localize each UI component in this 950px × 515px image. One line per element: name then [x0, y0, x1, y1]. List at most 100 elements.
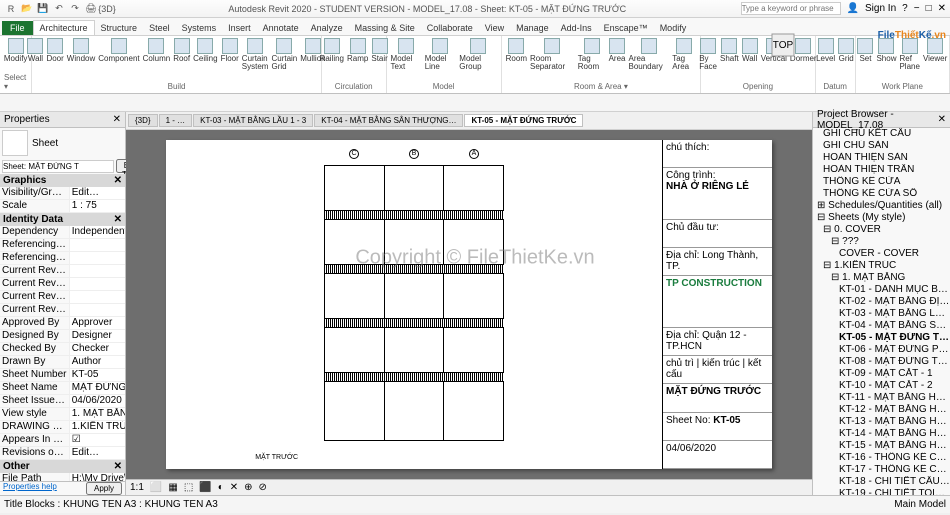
viewctrl-button[interactable]: ⊕: [244, 482, 252, 493]
search-input[interactable]: [741, 2, 841, 15]
model-text-button[interactable]: Model Text: [391, 38, 422, 71]
viewport[interactable]: CBA MẶT TRƯỚC chú thích:: [126, 130, 812, 479]
curtain-grid-button[interactable]: Curtain Grid: [271, 38, 297, 71]
prop-row[interactable]: Drawn ByAuthor: [0, 356, 125, 369]
viewctrl-button[interactable]: ⬚: [184, 482, 193, 493]
save-icon[interactable]: 💾: [36, 2, 50, 16]
apply-button[interactable]: Apply: [86, 482, 122, 495]
room-button[interactable]: Room: [506, 38, 527, 63]
tree-node[interactable]: KT-04 - MẶT BẰNG SÂN THƯ…: [813, 320, 950, 332]
ribbon-tab-architecture[interactable]: Architecture: [33, 20, 95, 35]
properties-help-link[interactable]: Properties help: [3, 482, 57, 495]
tree-node[interactable]: ⊟ 0. COVER: [813, 224, 950, 236]
door-button[interactable]: Door: [46, 38, 63, 63]
view-tab[interactable]: KT-03 - MẶT BẰNG LẦU 1 - 3: [193, 114, 313, 127]
ribbon-tab-modify[interactable]: Modify: [654, 21, 693, 35]
view-tab[interactable]: 1 - …: [159, 114, 193, 127]
prop-row[interactable]: Current Revisio…: [0, 278, 125, 291]
tree-node[interactable]: KT-09 - MẶT CẮT - 1: [813, 368, 950, 380]
prop-row[interactable]: Visibility/Graphi…Edit…: [0, 187, 125, 200]
redo-icon[interactable]: ↷: [68, 2, 82, 16]
tree-node[interactable]: KT-01 - DANH MỤC BẢN VẼ: [813, 284, 950, 296]
maximize-icon[interactable]: □: [926, 3, 932, 14]
tree-node[interactable]: KT-03 - MẶT BẰNG LẦU 1 -…: [813, 308, 950, 320]
ribbon-tab-structure[interactable]: Structure: [95, 21, 144, 35]
tag-room-button[interactable]: Tag Room: [578, 38, 606, 71]
prop-row[interactable]: Scale1 : 75: [0, 200, 125, 213]
prop-row[interactable]: Checked ByChecker: [0, 343, 125, 356]
browser-tree[interactable]: GHI CHÚ KẾT CẤUGHI CHÚ SÀNHOÀN THIỆN SÀN…: [813, 128, 950, 495]
tree-node[interactable]: ⊟ 1. MẶT BẰNG: [813, 272, 950, 284]
ribbon-tab-massing-site[interactable]: Massing & Site: [349, 21, 421, 35]
open-icon[interactable]: 📂: [20, 2, 34, 16]
instance-selector[interactable]: [2, 160, 114, 173]
tree-node[interactable]: KT-10 - MẶT CẮT - 2: [813, 380, 950, 392]
view-tab[interactable]: KT-04 - MẶT BẰNG SÂN THƯỢNG…: [314, 114, 463, 127]
modify-button[interactable]: Modify: [4, 38, 28, 63]
tree-node[interactable]: ⊞ Schedules/Quantities (all): [813, 200, 950, 212]
view-tab[interactable]: {3D}: [128, 114, 158, 127]
close-panel-icon[interactable]: ✕: [938, 114, 946, 125]
tree-node[interactable]: KT-05 - MẶT ĐỨNG TRƯỚC: [813, 332, 950, 344]
tree-node[interactable]: KT-14 - MẶT BẰNG HOÀN T…: [813, 428, 950, 440]
prop-row[interactable]: Sheet NumberKT-05: [0, 369, 125, 382]
tree-node[interactable]: HOÀN THIỆN SÀN: [813, 152, 950, 164]
ribbon-tab-insert[interactable]: Insert: [222, 21, 257, 35]
tree-node[interactable]: ⊟ ???: [813, 236, 950, 248]
tree-node[interactable]: ⊟ 1.KIẾN TRÚC: [813, 260, 950, 272]
help-icon[interactable]: ?: [902, 3, 908, 14]
prop-row[interactable]: Appears In Shee…☑: [0, 434, 125, 447]
viewctrl-button[interactable]: ✕: [230, 482, 238, 493]
stair-button[interactable]: Stair: [371, 38, 387, 63]
level-button[interactable]: Level: [816, 38, 835, 63]
tree-node[interactable]: KT-16 - THỐNG KÊ CỬA ĐI: [813, 452, 950, 464]
curtain-system-button[interactable]: Curtain System: [242, 38, 269, 71]
wall-button[interactable]: Wall: [742, 38, 758, 63]
tree-node[interactable]: THỐNG KÊ CỬA: [813, 176, 950, 188]
ribbon-tab-collaborate[interactable]: Collaborate: [421, 21, 479, 35]
tree-node[interactable]: KT-18 - CHI TIẾT CẦU THAN…: [813, 476, 950, 488]
viewctrl-button[interactable]: ⬜: [150, 482, 162, 493]
tree-node[interactable]: KT-11 - MẶT BẰNG HOÀN T…: [813, 392, 950, 404]
ribbon-tab-annotate[interactable]: Annotate: [257, 21, 305, 35]
ribbon-tab-enscape-[interactable]: Enscape™: [598, 21, 654, 35]
tree-node[interactable]: KT-17 - THỐNG KÊ CỬA SỔ: [813, 464, 950, 476]
prop-row[interactable]: Sheet NameMẶT ĐỨNG TRƯ…: [0, 382, 125, 395]
prop-section[interactable]: Other✕: [0, 460, 125, 473]
ribbon-tab-systems[interactable]: Systems: [176, 21, 223, 35]
close-icon[interactable]: ✕: [938, 3, 946, 14]
undo-icon[interactable]: ↶: [52, 2, 66, 16]
ribbon-tab-manage[interactable]: Manage: [510, 21, 555, 35]
component-button[interactable]: Component: [98, 38, 139, 63]
tree-node[interactable]: COVER - COVER: [813, 248, 950, 260]
prop-row[interactable]: DependencyIndependent: [0, 226, 125, 239]
ramp-button[interactable]: Ramp: [347, 38, 368, 63]
area-button[interactable]: Area: [609, 38, 626, 63]
revit-icon[interactable]: R: [4, 2, 18, 16]
tree-node[interactable]: GHI CHÚ SÀN: [813, 140, 950, 152]
room-separator-button[interactable]: Room Separator: [530, 38, 575, 71]
close-panel-icon[interactable]: ✕: [113, 114, 121, 125]
viewctrl-button[interactable]: ◐: [218, 482, 224, 493]
tree-node[interactable]: HOÀN THIỆN TRẦN: [813, 164, 950, 176]
tree-node[interactable]: GHI CHÚ KẾT CẤU: [813, 128, 950, 140]
prop-section[interactable]: Identity Data✕: [0, 213, 125, 226]
navigation-cube[interactable]: TOP: [762, 24, 804, 66]
viewctrl-button[interactable]: 1:1: [130, 482, 144, 493]
prop-row[interactable]: Referencing Sh…: [0, 239, 125, 252]
tree-node[interactable]: THỐNG KÊ CỬA SỔ: [813, 188, 950, 200]
minimize-icon[interactable]: −: [914, 3, 920, 14]
viewctrl-button[interactable]: ▦: [168, 482, 177, 493]
floor-button[interactable]: Floor: [221, 38, 239, 63]
prop-row[interactable]: Current Revisio…: [0, 265, 125, 278]
signin-button[interactable]: Sign In: [865, 3, 896, 14]
file-tab[interactable]: File: [2, 21, 33, 35]
tree-node[interactable]: KT-02 - MẶT BẰNG ĐỊNH VỊ: [813, 296, 950, 308]
ceiling-button[interactable]: Ceiling: [193, 38, 217, 63]
viewctrl-button[interactable]: ⊘: [259, 482, 267, 493]
prop-row[interactable]: View style1. MẶT BẰNG: [0, 408, 125, 421]
prop-row[interactable]: Revisions on Sh…Edit…: [0, 447, 125, 460]
prop-row[interactable]: DRAWING TYPE1.KIẾN TRÚC: [0, 421, 125, 434]
user-icon[interactable]: 👤: [847, 3, 859, 14]
area-boundary-button[interactable]: Area Boundary: [628, 38, 669, 71]
